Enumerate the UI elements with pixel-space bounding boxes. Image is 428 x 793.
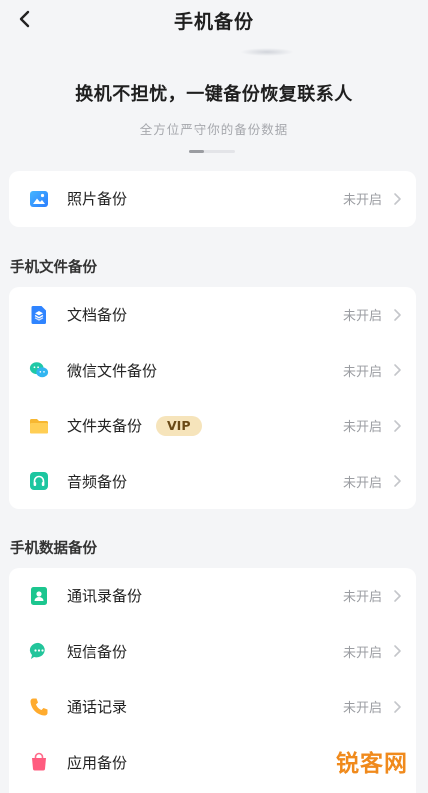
wechat-file-backup-row[interactable]: 微信文件备份 未开启 [9, 343, 416, 399]
file-backup-section-title: 手机文件备份 [10, 260, 97, 276]
chevron-right-icon [394, 364, 401, 377]
folder-backup-row[interactable]: 文件夹备份 VIP 未开启 [9, 398, 416, 454]
sms-backup-row[interactable]: 短信备份 未开启 [9, 624, 416, 680]
chevron-right-icon [394, 645, 401, 658]
watermark: 锐客网 [336, 744, 408, 778]
app-bag-icon [29, 752, 49, 772]
photo-backup-row[interactable]: 照片备份 未开启 [9, 171, 416, 227]
phone-icon [29, 697, 49, 717]
audio-backup-row[interactable]: 音频备份 未开启 [9, 454, 416, 510]
wechat-icon [29, 360, 49, 380]
carousel-indicator-active [189, 150, 205, 153]
chevron-right-icon [394, 192, 401, 205]
watermark-text: 锐客网 [336, 751, 408, 777]
app-backup-label: 应用备份 [67, 753, 128, 772]
folder-backup-status: 未开启 [342, 420, 382, 436]
vip-badge: VIP [156, 415, 202, 436]
hero-subtitle: 全方位严守你的备份数据 [139, 122, 289, 137]
hero-decoration [240, 48, 294, 56]
data-backup-section-title: 手机数据备份 [10, 541, 97, 557]
folder-icon [29, 416, 49, 436]
document-backup-label: 文档备份 [67, 306, 128, 325]
call-log-status: 未开启 [342, 701, 382, 717]
call-log-row[interactable]: 通话记录 未开启 [9, 679, 416, 735]
document-backup-row[interactable]: 文档备份 未开启 [9, 287, 416, 343]
carousel-indicator [189, 150, 235, 153]
chevron-right-icon [394, 589, 401, 602]
back-button[interactable] [8, 2, 40, 36]
photo-backup-status: 未开启 [342, 193, 382, 209]
contacts-icon [29, 586, 49, 606]
hero-banner: 换机不担忧，一键备份恢复联系人 全方位严守你的备份数据 [0, 40, 428, 170]
chevron-left-icon [19, 10, 30, 28]
wechat-file-backup-label: 微信文件备份 [67, 361, 158, 380]
document-backup-status: 未开启 [342, 309, 382, 325]
hero-title: 换机不担忧，一键备份恢复联系人 [75, 84, 353, 105]
headphones-icon [29, 471, 49, 491]
sms-backup-label: 短信备份 [67, 642, 128, 661]
call-log-label: 通话记录 [67, 698, 128, 717]
contacts-backup-row[interactable]: 通讯录备份 未开启 [9, 568, 416, 624]
audio-backup-status: 未开启 [342, 475, 382, 491]
folder-backup-label: 文件夹备份 [67, 417, 143, 436]
audio-backup-label: 音频备份 [67, 472, 128, 491]
photo-backup-card: 照片备份 未开启 [9, 171, 416, 227]
contacts-backup-status: 未开启 [342, 590, 382, 606]
photo-backup-label: 照片备份 [67, 190, 128, 209]
chevron-right-icon [394, 700, 401, 713]
chevron-right-icon [394, 475, 401, 488]
file-backup-card: 文档备份 未开启 微信文件备份 未开启 文件夹备份 VIP 未开启 音频备份 未… [9, 287, 416, 509]
message-icon [29, 641, 49, 661]
photo-icon [29, 189, 49, 209]
header: 手机备份 [0, 0, 428, 40]
sms-backup-status: 未开启 [342, 645, 382, 661]
phone-backup-page: 手机备份 换机不担忧，一键备份恢复联系人 全方位严守你的备份数据 照片备份 未开… [0, 0, 428, 793]
chevron-right-icon [394, 308, 401, 321]
wechat-file-backup-status: 未开启 [342, 364, 382, 380]
contacts-backup-label: 通讯录备份 [67, 587, 143, 606]
document-icon [29, 305, 49, 325]
page-title: 手机备份 [173, 10, 254, 33]
chevron-right-icon [394, 419, 401, 432]
